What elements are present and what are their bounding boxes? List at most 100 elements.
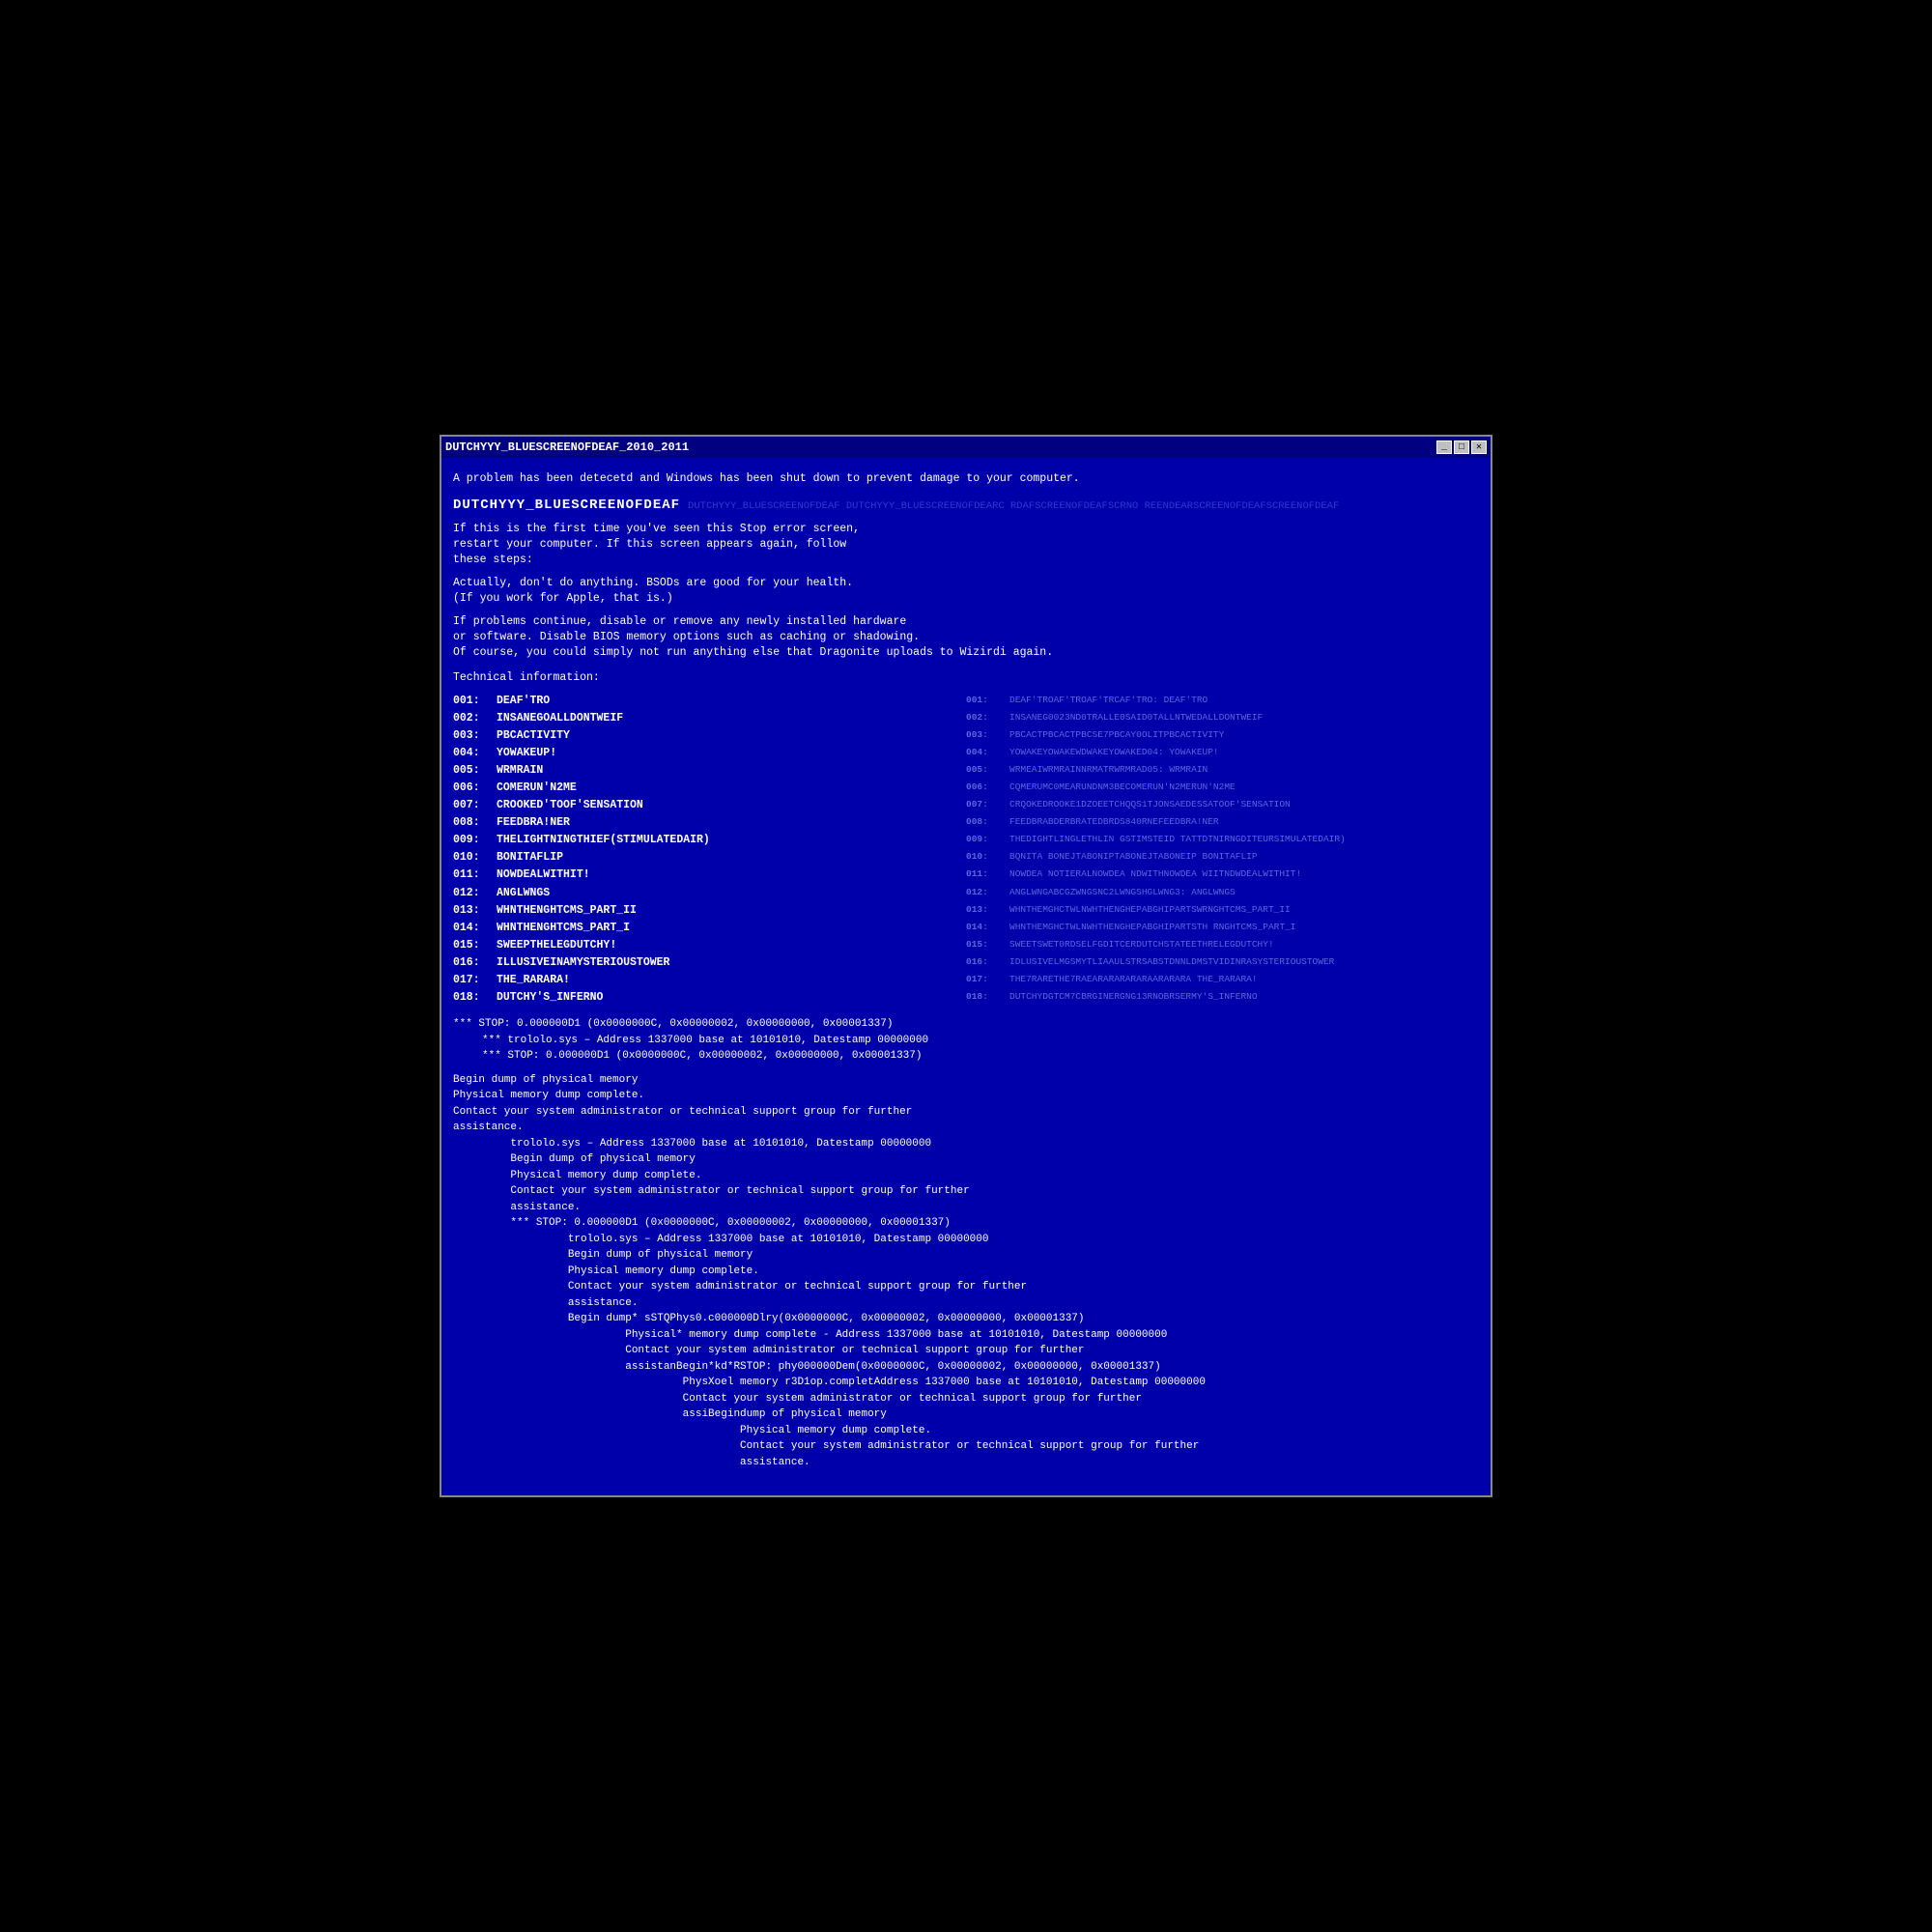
tech-num-right: 012: [966, 886, 1009, 898]
tech-row-left-13: 014:WHNTHENGHTCMS_PART_I [453, 920, 966, 937]
tech-num-right: 018: [966, 990, 1009, 1003]
tech-name-left: YOWAKEUP! [497, 746, 556, 761]
tech-num-right: 004: [966, 746, 1009, 758]
tech-name-left: BONITAFLIP [497, 850, 563, 866]
tech-name-left: INSANEGOALLDONTWEIF [497, 711, 623, 726]
tech-num-right: 005: [966, 763, 1009, 776]
stop-text-1: *** STOP: 0.000000D1 (0x0000000C, 0x0000… [453, 1016, 1479, 1033]
tech-row-left-15: 016:ILLUSIVEINAMYSTERIOUSTOWER [453, 954, 966, 972]
tech-name-right: SWEETSWET0RDSELFGDITCERDUTCHSTATEETHRELE… [1009, 938, 1274, 951]
tech-num-left: 014: [453, 921, 497, 936]
tech-name-left: NOWDEALWITHIT! [497, 867, 590, 883]
tech-name-left: WHNTHENGHTCMS_PART_II [497, 903, 637, 919]
dump-line-23: Contact your system administrator or tec… [453, 1438, 1479, 1455]
tech-row-right-9: 010:BQNITA BONEJTABONIPTABONEJTABONEIP B… [966, 849, 1479, 867]
problems-text: If problems continue, disable or remove … [453, 615, 1053, 659]
tech-num-left: 013: [453, 903, 497, 919]
dump-line-19: PhysXoel memory r3D1op.completAddress 13… [453, 1375, 1479, 1391]
tech-num-left: 006: [453, 781, 497, 796]
tech-name-left: COMERUN'N2ME [497, 781, 577, 796]
main-title-ghost: DUTCHYYY_BLUESCREENOFDEAF DUTCHYYY_BLUES… [688, 499, 1339, 514]
tech-name-left: WHNTHENGHTCMS_PART_I [497, 921, 630, 936]
tech-grid: 001:DEAF'TRO001:DEAF'TROAF'TROAF'TRCAF'T… [453, 693, 1479, 1008]
tech-num-right: 007: [966, 798, 1009, 810]
tech-name-left: THE_RARARA! [497, 973, 570, 988]
tech-name-left: DEAF'TRO [497, 694, 550, 709]
tech-num-right: 003: [966, 728, 1009, 741]
tech-name-right: THE7RARETHE7RAEARARARARARAARARARA THE_RA… [1009, 973, 1258, 985]
tech-name-right: YOWAKEYOWAKEWDWAKEYOWAKED04: YOWAKEUP! [1009, 746, 1219, 758]
tech-num-right: 010: [966, 850, 1009, 863]
tech-row-right-11: 012:ANGLWNGABCGZWNGSNC2LWNGSHGLWNG3: ANG… [966, 885, 1479, 902]
tech-name-right: WHNTHEMGHCTWLNWHTHENGHEPABGHIPARTSWRNGHT… [1009, 903, 1291, 916]
tech-label: Technical information: [453, 671, 600, 684]
dump-line-18: assistanBegin*kd*RSTOP: phy000000Dem(0x0… [453, 1359, 1479, 1376]
tech-row-left-1: 002:INSANEGOALLDONTWEIF [453, 710, 966, 727]
tech-row-left-9: 010:BONITAFLIP [453, 849, 966, 867]
stop-line: *** STOP: 0.000000D1 (0x0000000C, 0x0000… [453, 1016, 1479, 1065]
tech-row-left-0: 001:DEAF'TRO [453, 693, 966, 710]
intro-line1: A problem has been detecetd and Windows … [453, 472, 1080, 485]
dump-line-21: assiBegindump of physical memory [453, 1406, 1479, 1423]
advice-section: Actually, don't do anything. BSODs are g… [453, 576, 1479, 607]
tech-row-right-6: 007:CRQOKEDROOKE1DZOEETCHQQS1TJONSAEDESS… [966, 797, 1479, 814]
tech-num-left: 010: [453, 850, 497, 866]
trololo-text: *** trololo.sys – Address 1337000 base a… [453, 1033, 1479, 1049]
tech-num-left: 009: [453, 833, 497, 848]
tech-name-right: NOWDEA NOTIERALNOWDEA NDWITHNOWDEA WIITN… [1009, 867, 1301, 880]
tech-name-right: PBCACTPBCACTPBCSE7PBCAY0OLITPBCACTIVITY [1009, 728, 1224, 741]
dump-line-13: Contact your system administrator or tec… [453, 1279, 1479, 1295]
tech-name-left: SWEEPTHELEGDUTCHY! [497, 938, 616, 953]
dump-line-7: Contact your system administrator or tec… [453, 1183, 1479, 1200]
dump-line-16: Physical* memory dump complete - Address… [453, 1327, 1479, 1344]
tech-row-right-12: 013:WHNTHEMGHCTWLNWHTHENGHEPABGHIPARTSWR… [966, 902, 1479, 920]
tech-row-right-15: 016:IDLUSIVELMGSMYTLIAAULSTRSABSTDNNLDMS… [966, 954, 1479, 972]
tech-num-left: 007: [453, 798, 497, 813]
dump-line-8: assistance. [453, 1200, 1479, 1216]
tech-row-left-6: 007:CROOKED'TOOF'SENSATION [453, 797, 966, 814]
tech-row-right-5: 006:CQMERUMC0MEARUNDNM3BECOMERUN'N2MERUN… [966, 780, 1479, 797]
tech-num-right: 006: [966, 781, 1009, 793]
tech-row-left-7: 008:FEEDBRA!NER [453, 814, 966, 832]
tech-name-right: WHNTHEMGHCTWLNWHTHENGHEPABGHIPARTSTH RNG… [1009, 921, 1295, 933]
minimize-button[interactable]: _ [1436, 440, 1452, 454]
tech-name-right: BQNITA BONEJTABONIPTABONEJTABONEIP BONIT… [1009, 850, 1258, 863]
tech-num-left: 016: [453, 955, 497, 971]
tech-row-left-3: 004:YOWAKEUP! [453, 745, 966, 762]
maximize-button[interactable]: □ [1454, 440, 1469, 454]
tech-num-left: 012: [453, 886, 497, 901]
tech-num-right: 002: [966, 711, 1009, 724]
bsod-content[interactable]: A problem has been detecetd and Windows … [441, 458, 1491, 1495]
dump-lines-container: Begin dump of physical memoryPhysical me… [453, 1072, 1479, 1471]
tech-num-left: 017: [453, 973, 497, 988]
dump-line-20: Contact your system administrator or tec… [453, 1391, 1479, 1407]
dump-line-17: Contact your system administrator or tec… [453, 1343, 1479, 1359]
tech-num-left: 005: [453, 763, 497, 779]
tech-row-right-0: 001:DEAF'TROAF'TROAF'TRCAF'TRO: DEAF'TRO [966, 693, 1479, 710]
tech-num-left: 018: [453, 990, 497, 1006]
close-button[interactable]: ✕ [1471, 440, 1487, 454]
tech-num-right: 011: [966, 867, 1009, 880]
tech-row-left-5: 006:COMERUN'N2ME [453, 780, 966, 797]
tech-num-left: 001: [453, 694, 497, 709]
tech-num-right: 016: [966, 955, 1009, 968]
tech-name-left: CROOKED'TOOF'SENSATION [497, 798, 643, 813]
tech-name-left: DUTCHY'S_INFERNO [497, 990, 603, 1006]
tech-num-right: 014: [966, 921, 1009, 933]
tech-name-right: DEAF'TROAF'TROAF'TRCAF'TRO: DEAF'TRO [1009, 694, 1208, 706]
tech-row-right-16: 017:THE7RARETHE7RAEARARARARARAARARARA TH… [966, 972, 1479, 989]
dump-line-6: Physical memory dump complete. [453, 1168, 1479, 1184]
tech-num-right: 008: [966, 815, 1009, 828]
dump-line-5: Begin dump of physical memory [453, 1151, 1479, 1168]
tech-row-right-14: 015:SWEETSWET0RDSELFGDITCERDUTCHSTATEETH… [966, 937, 1479, 954]
tech-name-right: CRQOKEDROOKE1DZOEETCHQQS1TJONSAEDESSATOO… [1009, 798, 1291, 810]
titlebar: DUTCHYYY_BLUESCREENOFDEAF_2010_2011 _ □ … [441, 437, 1491, 458]
tech-row-right-1: 002:INSANEG0023ND0TRALLE0SAID0TALLNTWEDA… [966, 710, 1479, 727]
tech-row-right-4: 005:WRMEAIWRMRAINNRMATRWRMRAD05: WRMRAIN [966, 762, 1479, 780]
tech-num-left: 011: [453, 867, 497, 883]
tech-name-left: PBCACTIVITY [497, 728, 570, 744]
tech-name-right: INSANEG0023ND0TRALLE0SAID0TALLNTWEDALLDO… [1009, 711, 1263, 724]
first-time-section: If this is the first time you've seen th… [453, 522, 1479, 568]
tech-row-right-7: 008:FEEDBRABDERBRATEDBRDS840RNEFEEDBRA!N… [966, 814, 1479, 832]
tech-row-right-17: 018:DUTCHYDGTCM7CBRGINERGNG13RNOBRSERMY'… [966, 989, 1479, 1007]
